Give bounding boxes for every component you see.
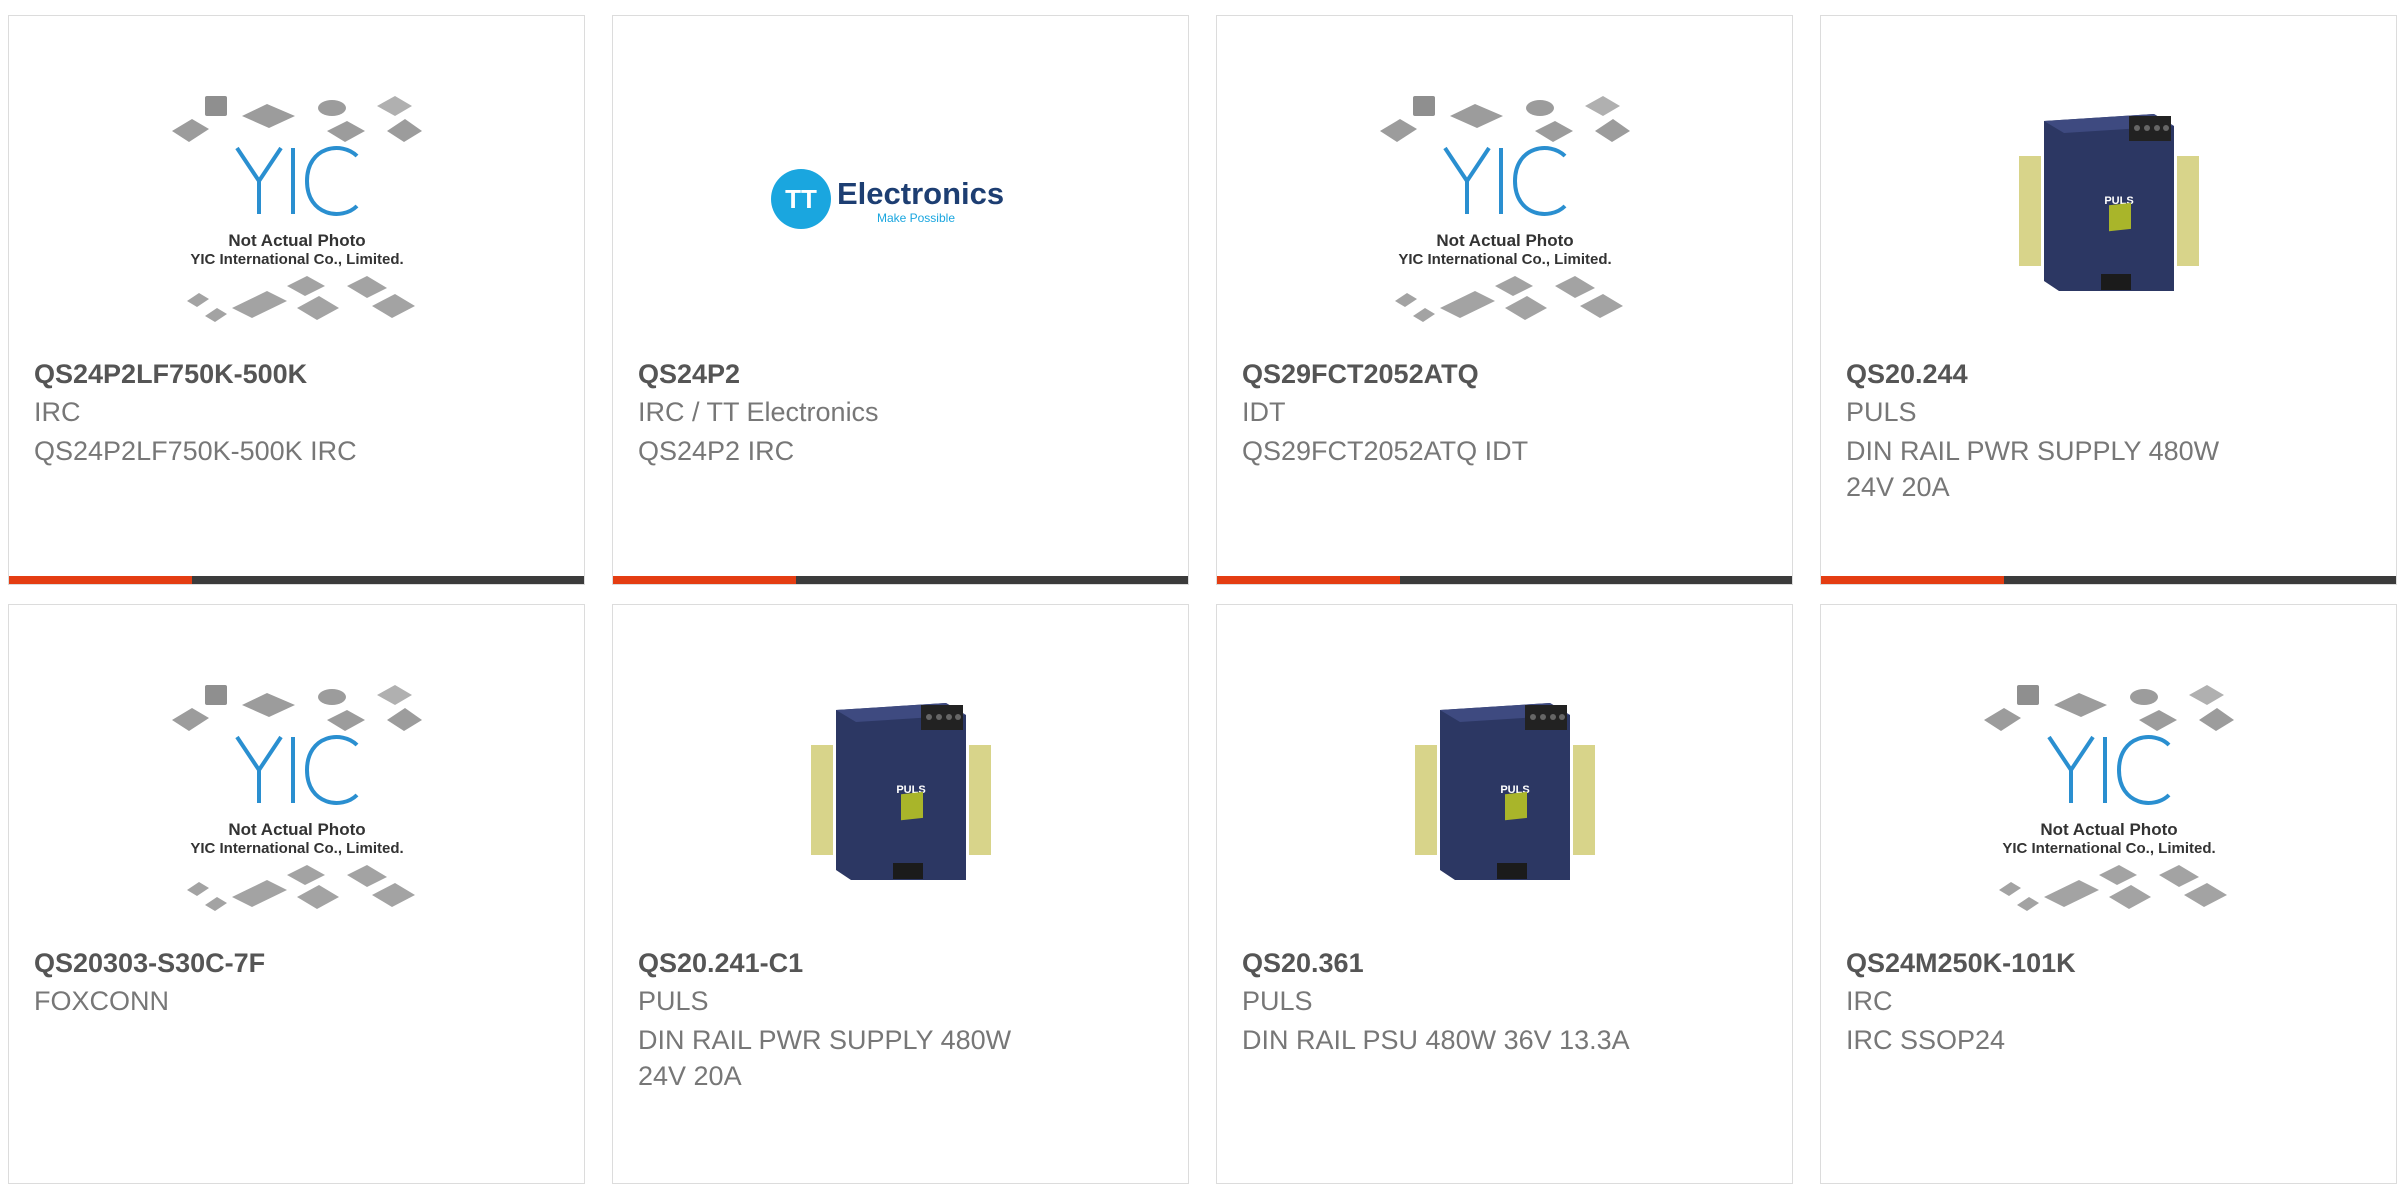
placeholder-line2: YIC International Co., Limited. [190, 251, 403, 268]
placeholder-line1: Not Actual Photo [1436, 231, 1573, 250]
yic-logo [2046, 735, 2170, 805]
manufacturer: PULS [1846, 397, 1917, 427]
part-number[interactable]: QS29FCT2052ATQ [1242, 359, 1479, 390]
product-image[interactable]: Not Actual Photo YIC International Co., … [9, 675, 584, 945]
description: QS29FCT2052ATQ IDT [1242, 436, 1529, 466]
description: DIN RAIL PSU 480W 36V 13.3A [1242, 1025, 1630, 1055]
product-card[interactable]: Not Actual Photo YIC International Co., … [1216, 15, 1793, 585]
yic-logo [234, 146, 358, 216]
logo-tagline: Make Possible [876, 211, 954, 225]
product-image[interactable]: Not Actual Photo YIC International Co., … [9, 86, 584, 356]
card-bar-accent [9, 576, 192, 584]
card-bar [613, 576, 1188, 584]
placeholder-line2: YIC International Co., Limited. [1398, 251, 1611, 268]
tt-electronics-logo: TT Electronics Make Possible [770, 169, 1004, 229]
placeholder-line2: YIC International Co., Limited. [2002, 840, 2215, 857]
product-image[interactable]: Not Actual Photo YIC International Co., … [1821, 675, 2396, 945]
manufacturer: PULS [638, 986, 709, 1016]
product-card[interactable]: TT Electronics Make Possible QS24P2 IRC … [612, 15, 1189, 585]
placeholder-line1: Not Actual Photo [228, 820, 365, 839]
manufacturer: IDT [1242, 397, 1286, 427]
manufacturer: FOXCONN [34, 986, 169, 1016]
part-number[interactable]: QS20.244 [1846, 359, 1968, 390]
description: QS24P2 IRC [638, 436, 795, 466]
placeholder-line1: Not Actual Photo [2040, 820, 2177, 839]
manufacturer: IRC [34, 397, 81, 427]
power-supply-photo: PULS [810, 703, 991, 880]
placeholder-line2: YIC International Co., Limited. [190, 840, 403, 857]
part-number[interactable]: QS20.241-C1 [638, 948, 803, 979]
logo-text: Electronics [837, 176, 1004, 211]
part-number[interactable]: QS24M250K-101K [1846, 948, 2076, 979]
power-supply-photo: PULS [2018, 114, 2199, 291]
product-image[interactable]: PULS [1217, 675, 1792, 945]
card-bar [1821, 576, 2396, 584]
power-supply-photo: PULS [1414, 703, 1595, 880]
card-bar-accent [613, 576, 796, 584]
part-number[interactable]: QS20303-S30C-7F [34, 948, 265, 979]
product-image[interactable]: PULS [1821, 86, 2396, 356]
description: DIN RAIL PWR SUPPLY 480W 24V 20A [638, 1025, 1012, 1091]
manufacturer: IRC [1846, 986, 1893, 1016]
product-card[interactable]: Not Actual Photo YIC International Co., … [8, 15, 585, 585]
product-image[interactable]: TT Electronics Make Possible [613, 86, 1188, 356]
placeholder-line1: Not Actual Photo [228, 231, 365, 250]
manufacturer: IRC / TT Electronics [638, 397, 879, 427]
manufacturer: PULS [1242, 986, 1313, 1016]
product-card[interactable]: Not Actual Photo YIC International Co., … [8, 604, 585, 1184]
product-image[interactable]: Not Actual Photo YIC International Co., … [1217, 86, 1792, 356]
part-number[interactable]: QS24P2LF750K-500K [34, 359, 307, 390]
card-bar [1217, 576, 1792, 584]
yic-logo [234, 735, 358, 805]
product-card[interactable]: PULS QS20.361 PULS DIN RAIL PSU 480W 36V… [1216, 604, 1793, 1184]
card-bar [9, 576, 584, 584]
yic-logo [1442, 146, 1566, 216]
description: DIN RAIL PWR SUPPLY 480W 24V 20A [1846, 436, 2220, 502]
part-number[interactable]: QS20.361 [1242, 948, 1364, 979]
logo-mark: TT [785, 184, 817, 214]
product-image[interactable]: PULS [613, 675, 1188, 945]
product-card[interactable]: PULS QS20.241-C1 PULS DIN RAIL PWR SUPPL… [612, 604, 1189, 1184]
part-number[interactable]: QS24P2 [638, 359, 740, 390]
product-card[interactable]: Not Actual Photo YIC International Co., … [1820, 604, 2397, 1184]
card-bar-accent [1217, 576, 1400, 584]
card-bar-accent [1821, 576, 2004, 584]
description: QS24P2LF750K-500K IRC [34, 436, 357, 466]
description: IRC SSOP24 [1846, 1025, 2006, 1055]
product-card[interactable]: PULS QS20.244 PULS DIN RAIL PWR SUPPLY 4… [1820, 15, 2397, 585]
